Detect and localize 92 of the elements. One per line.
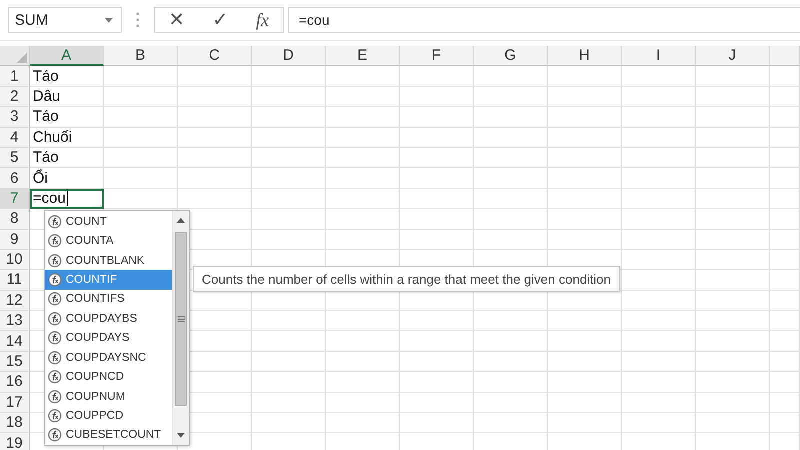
row-header[interactable]: 12 [0, 290, 30, 312]
table-cell: Táo [30, 107, 104, 128]
table-cell: Táo [30, 148, 104, 168]
function-tooltip: Counts the number of cells within a range that meet the given condition [193, 266, 620, 292]
table-cell [770, 86, 800, 108]
table-cell [770, 168, 800, 189]
table-cell [770, 372, 800, 393]
table-cell [770, 250, 800, 270]
column-header[interactable]: F [400, 46, 474, 66]
drag-handle-icon[interactable] [136, 12, 140, 28]
row-header[interactable]: 16 [0, 372, 30, 393]
function-icon [48, 350, 62, 365]
table-cell [770, 209, 800, 230]
row-header[interactable]: 2 [0, 86, 30, 108]
enter-button[interactable]: ✓ [206, 9, 234, 31]
table-cell [770, 128, 800, 148]
table-cell [770, 230, 800, 250]
function-suggestion[interactable]: COUPDAYS [45, 328, 172, 348]
table-cell [770, 311, 800, 332]
function-suggestion[interactable]: COUPDAYBS [45, 309, 172, 329]
function-icon [48, 292, 62, 306]
row-header[interactable]: 13 [0, 311, 30, 332]
row-header[interactable]: 6 [0, 168, 30, 189]
row-header[interactable]: 3 [0, 107, 30, 128]
table-cell [770, 290, 800, 312]
table-cell [770, 392, 800, 414]
scroll-down-icon[interactable] [177, 433, 185, 438]
table-cell: Dâu [30, 86, 104, 108]
table-cell [770, 188, 800, 210]
table-cell [770, 148, 800, 168]
column-header[interactable]: I [622, 46, 696, 66]
function-icon [48, 214, 62, 229]
grip-icon [178, 316, 184, 322]
row-header[interactable]: 4 [0, 128, 30, 148]
row-header[interactable]: 11 [0, 270, 30, 291]
table-cell [770, 413, 800, 434]
table-cell [770, 270, 800, 291]
table-cell [770, 331, 800, 352]
function-suggestion[interactable]: COUNT [45, 212, 172, 232]
function-icon [48, 428, 62, 442]
row-header[interactable]: 15 [0, 352, 30, 372]
function-icon [48, 331, 62, 346]
cancel-button[interactable]: ✕ [162, 9, 191, 31]
name-box[interactable]: SUM [8, 7, 122, 33]
row-header[interactable]: 9 [0, 230, 30, 250]
row-header[interactable]: 10 [0, 250, 30, 270]
function-suggestion[interactable]: CUBESETCOUNT [45, 426, 172, 446]
row-header[interactable]: 18 [0, 413, 30, 434]
row-header[interactable]: 17 [0, 392, 30, 414]
insert-function-button[interactable]: fx [250, 10, 276, 30]
function-suggestion[interactable]: COUNTA [45, 231, 172, 251]
row-header[interactable]: 19 [0, 433, 30, 450]
table-cell [770, 107, 800, 128]
function-icon [48, 234, 62, 248]
row-header[interactable]: 1 [0, 66, 30, 87]
column-header[interactable]: A [30, 46, 104, 66]
function-icon [48, 370, 62, 384]
column-header[interactable]: B [104, 46, 178, 66]
function-icon [48, 390, 62, 404]
function-suggestion[interactable]: COUNTBLANK [45, 250, 172, 270]
table-cell: Táo [30, 66, 104, 87]
function-suggestion[interactable]: COUPNUM [45, 386, 172, 406]
row-header[interactable]: 5 [0, 148, 30, 168]
table-cell: Ổi [30, 168, 104, 189]
function-suggestion[interactable]: COUNTIFS [45, 290, 172, 310]
table-cell [770, 66, 800, 87]
select-all-icon[interactable] [17, 53, 27, 64]
column-header[interactable]: H [548, 46, 622, 66]
function-suggestion[interactable]: COUPNCD [45, 367, 172, 387]
function-suggestion[interactable]: COUPPCD [45, 406, 172, 426]
row-header[interactable]: 7 [0, 188, 30, 210]
table-cell: Chuối [30, 128, 104, 148]
column-header[interactable]: C [178, 46, 252, 66]
column-header[interactable]: J [696, 46, 770, 66]
column-header[interactable]: D [252, 46, 326, 66]
scroll-up-icon[interactable] [177, 218, 185, 223]
column-header[interactable]: G [474, 46, 548, 66]
row-header[interactable]: 14 [0, 331, 30, 352]
function-icon [48, 312, 62, 326]
scrollbar[interactable] [172, 211, 189, 445]
formula-field[interactable]: =cou [288, 7, 800, 33]
function-suggestion[interactable]: COUPDAYSNC [45, 348, 172, 368]
scroll-thumb[interactable] [175, 232, 187, 406]
column-header[interactable] [770, 46, 800, 66]
function-icon [48, 272, 62, 287]
dropdown-caret-icon[interactable] [105, 18, 113, 22]
editing-cell[interactable]: =cou [30, 188, 104, 210]
column-header[interactable]: E [326, 46, 400, 66]
function-icon [48, 408, 62, 423]
table-cell [770, 352, 800, 372]
function-icon [48, 254, 62, 268]
row-header[interactable]: 8 [0, 209, 30, 230]
